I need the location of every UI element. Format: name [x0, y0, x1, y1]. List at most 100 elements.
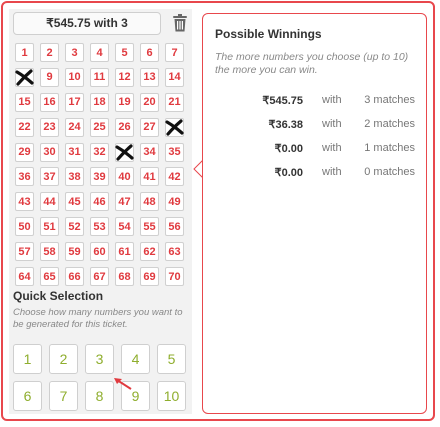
number-cell[interactable]: 3: [65, 43, 84, 62]
number-cell[interactable]: 22: [15, 117, 34, 137]
number-cell[interactable]: 53: [90, 217, 109, 237]
number-cell[interactable]: 16: [40, 92, 59, 112]
number-cell[interactable]: 27: [140, 117, 159, 137]
winnings-row: ₹545.75 with 3 matches: [215, 94, 415, 110]
winnings-with-label: with: [322, 94, 342, 106]
number-cell[interactable]: 57: [15, 242, 34, 262]
winnings-matches: 1 matches: [364, 142, 415, 154]
number-cell[interactable]: 14: [165, 67, 184, 87]
number-cell[interactable]: 42: [165, 167, 184, 187]
number-cell[interactable]: 23: [40, 117, 59, 137]
number-cell[interactable]: 40: [115, 167, 134, 187]
number-cell[interactable]: 62: [140, 242, 159, 262]
number-cell[interactable]: 26: [115, 117, 134, 137]
quick-select-1-button[interactable]: 1: [13, 344, 42, 374]
number-cell[interactable]: 48: [140, 192, 159, 212]
number-cell[interactable]: 35: [165, 142, 184, 162]
number-cell[interactable]: 31: [65, 142, 84, 162]
number-cell[interactable]: 1: [15, 43, 34, 62]
number-cell[interactable]: 12: [115, 67, 134, 87]
quick-select-4-button[interactable]: 4: [121, 344, 150, 374]
winnings-with-label: with: [322, 166, 342, 178]
number-cell[interactable]: 34: [140, 142, 159, 162]
number-cell[interactable]: 18: [90, 92, 109, 112]
number-cell[interactable]: 11: [90, 67, 109, 87]
number-cell[interactable]: 38: [65, 167, 84, 187]
number-cell[interactable]: 49: [165, 192, 184, 212]
number-cell[interactable]: 70: [165, 267, 184, 287]
number-cell[interactable]: 7: [165, 43, 184, 62]
number-cell[interactable]: 44: [40, 192, 59, 212]
number-cell[interactable]: 65: [40, 267, 59, 287]
winnings-with-label: with: [322, 118, 342, 130]
winnings-amount: ₹0.00: [274, 167, 303, 179]
winnings-amount: ₹0.00: [274, 143, 303, 155]
number-cell[interactable]: 19: [115, 92, 134, 112]
number-cell[interactable]: 63: [165, 242, 184, 262]
quick-select-8-button[interactable]: 8: [85, 381, 114, 411]
number-cell[interactable]: 54: [115, 217, 134, 237]
winnings-row: ₹36.38 with 2 matches: [215, 118, 415, 134]
winnings-matches: 0 matches: [364, 166, 415, 178]
number-cell[interactable]: 4: [90, 43, 109, 62]
number-cell-selected[interactable]: 28: [165, 117, 184, 137]
number-cell[interactable]: 5: [115, 43, 134, 62]
quick-select-5-button[interactable]: 5: [157, 344, 186, 374]
number-cell[interactable]: 61: [115, 242, 134, 262]
number-cell[interactable]: 15: [15, 92, 34, 112]
winnings-row: ₹0.00 with 0 matches: [215, 166, 415, 182]
number-cell[interactable]: 20: [140, 92, 159, 112]
number-cell[interactable]: 66: [65, 267, 84, 287]
number-cell[interactable]: 50: [15, 217, 34, 237]
number-cell[interactable]: 46: [90, 192, 109, 212]
quick-select-10-button[interactable]: 10: [157, 381, 186, 411]
number-cell[interactable]: 24: [65, 117, 84, 137]
number-cell[interactable]: 64: [15, 267, 34, 287]
number-cell[interactable]: 68: [115, 267, 134, 287]
number-cell[interactable]: 47: [115, 192, 134, 212]
number-cell[interactable]: 59: [65, 242, 84, 262]
number-cell[interactable]: 41: [140, 167, 159, 187]
number-cell[interactable]: 25: [90, 117, 109, 137]
number-cell[interactable]: 36: [15, 167, 34, 187]
quick-select-2-button[interactable]: 2: [49, 344, 78, 374]
number-cell[interactable]: 45: [65, 192, 84, 212]
number-cell[interactable]: 10: [65, 67, 84, 87]
pointer-arrow-icon: [114, 378, 132, 390]
number-grid: 1234567891011121314151617181920212223242…: [15, 43, 184, 287]
number-cell[interactable]: 21: [165, 92, 184, 112]
delete-ticket-button[interactable]: [169, 11, 191, 35]
number-cell[interactable]: 56: [165, 217, 184, 237]
number-cell[interactable]: 60: [90, 242, 109, 262]
number-cell-selected[interactable]: 8: [15, 67, 34, 87]
number-cell[interactable]: 29: [15, 142, 34, 162]
number-cell[interactable]: 9: [40, 67, 59, 87]
quick-select-6-button[interactable]: 6: [13, 381, 42, 411]
number-cell[interactable]: 2: [40, 43, 59, 62]
number-cell[interactable]: 69: [140, 267, 159, 287]
number-cell[interactable]: 51: [40, 217, 59, 237]
winnings-matches: 2 matches: [364, 118, 415, 130]
number-cell[interactable]: 30: [40, 142, 59, 162]
number-cell[interactable]: 13: [140, 67, 159, 87]
quick-selection-options: 1 2 3 4 5 6 7 8 9 10: [13, 344, 186, 411]
x-mark-icon: [165, 119, 184, 136]
number-cell[interactable]: 55: [140, 217, 159, 237]
winnings-with-label: with: [322, 142, 342, 154]
x-mark-icon: [115, 143, 134, 161]
quick-select-7-button[interactable]: 7: [49, 381, 78, 411]
winnings-amount: ₹36.38: [268, 119, 303, 131]
number-cell[interactable]: 43: [15, 192, 34, 212]
number-cell[interactable]: 52: [65, 217, 84, 237]
winnings-amount: ₹545.75: [262, 95, 303, 107]
number-cell[interactable]: 39: [90, 167, 109, 187]
number-cell[interactable]: 58: [40, 242, 59, 262]
ticket-summary-button[interactable]: ₹545.75 with 3: [13, 12, 161, 35]
quick-select-3-button[interactable]: 3: [85, 344, 114, 374]
number-cell[interactable]: 6: [140, 43, 159, 62]
number-cell-selected[interactable]: 33: [115, 142, 134, 162]
number-cell[interactable]: 32: [90, 142, 109, 162]
number-cell[interactable]: 17: [65, 92, 84, 112]
number-cell[interactable]: 67: [90, 267, 109, 287]
number-cell[interactable]: 37: [40, 167, 59, 187]
